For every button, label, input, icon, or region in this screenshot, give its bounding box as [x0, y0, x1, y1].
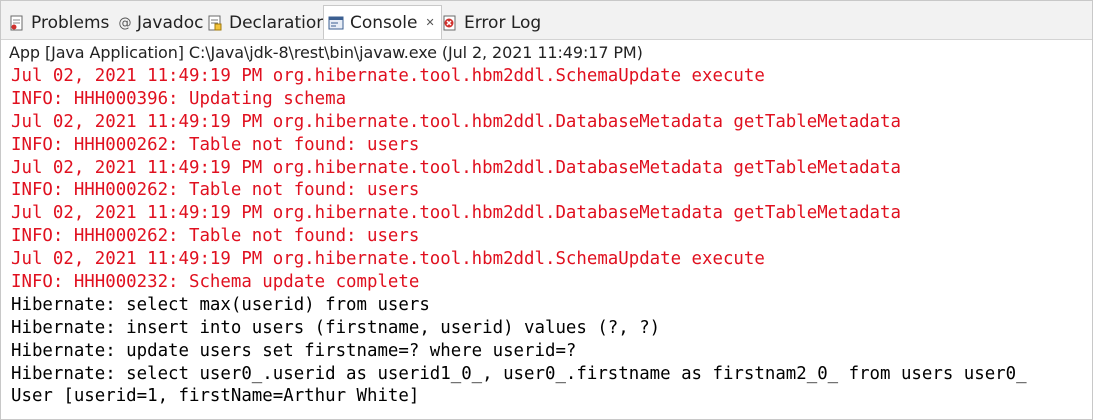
tab-javadoc[interactable]: @ Javadoc — [117, 7, 204, 39]
console-line: INFO: HHH000262: Table not found: users — [11, 180, 420, 201]
tab-console[interactable]: Console ✕ — [323, 5, 442, 39]
problems-icon — [9, 15, 25, 31]
console-line: Jul 02, 2021 11:49:19 PM org.hibernate.t… — [11, 249, 765, 270]
console-icon — [328, 15, 344, 31]
declaration-icon — [207, 15, 223, 31]
console-line: Hibernate: insert into users (firstname,… — [11, 317, 661, 338]
console-line: Jul 02, 2021 11:49:19 PM org.hibernate.t… — [11, 111, 901, 132]
console-line: INFO: HHH000396: Updating schema — [11, 88, 347, 109]
tab-label: Javadoc — [137, 13, 204, 33]
close-icon[interactable]: ✕ — [426, 16, 435, 29]
console-view: Problems @ Javadoc Declaration Console ✕… — [0, 0, 1093, 420]
at-icon: @ — [118, 15, 132, 31]
console-line: INFO: HHH000232: Schema update complete — [11, 272, 420, 293]
console-line: Jul 02, 2021 11:49:19 PM org.hibernate.t… — [11, 157, 901, 178]
console-line: Hibernate: select user0_.userid as useri… — [11, 363, 1027, 384]
tab-declaration[interactable]: Declaration — [207, 7, 327, 39]
error-log-icon — [442, 15, 458, 31]
tab-problems[interactable]: Problems — [9, 7, 109, 39]
tab-label: Problems — [31, 13, 110, 33]
console-line: INFO: HHH000262: Table not found: users — [11, 134, 420, 155]
console-line: Hibernate: update users set firstname=? … — [11, 340, 577, 361]
launch-title: App [Java Application] C:\Java\jdk-8\res… — [9, 43, 643, 62]
console-line: Hibernate: select max(userid) from users — [11, 294, 430, 315]
tab-label: Console — [350, 12, 418, 33]
console-output[interactable]: Jul 02, 2021 11:49:19 PM org.hibernate.t… — [11, 65, 1091, 415]
console-line: Jul 02, 2021 11:49:19 PM org.hibernate.t… — [11, 203, 901, 224]
tab-label: Error Log — [464, 13, 542, 33]
view-tab-bar: Problems @ Javadoc Declaration Console ✕… — [1, 1, 1092, 40]
console-line: Jul 02, 2021 11:49:19 PM org.hibernate.t… — [11, 66, 765, 86]
tab-label: Declaration — [229, 13, 328, 33]
console-line: User [userid=1, firstName=Arthur White] — [11, 386, 420, 407]
tab-error-log[interactable]: Error Log — [442, 7, 541, 39]
console-line: INFO: HHH000262: Table not found: users — [11, 226, 420, 247]
